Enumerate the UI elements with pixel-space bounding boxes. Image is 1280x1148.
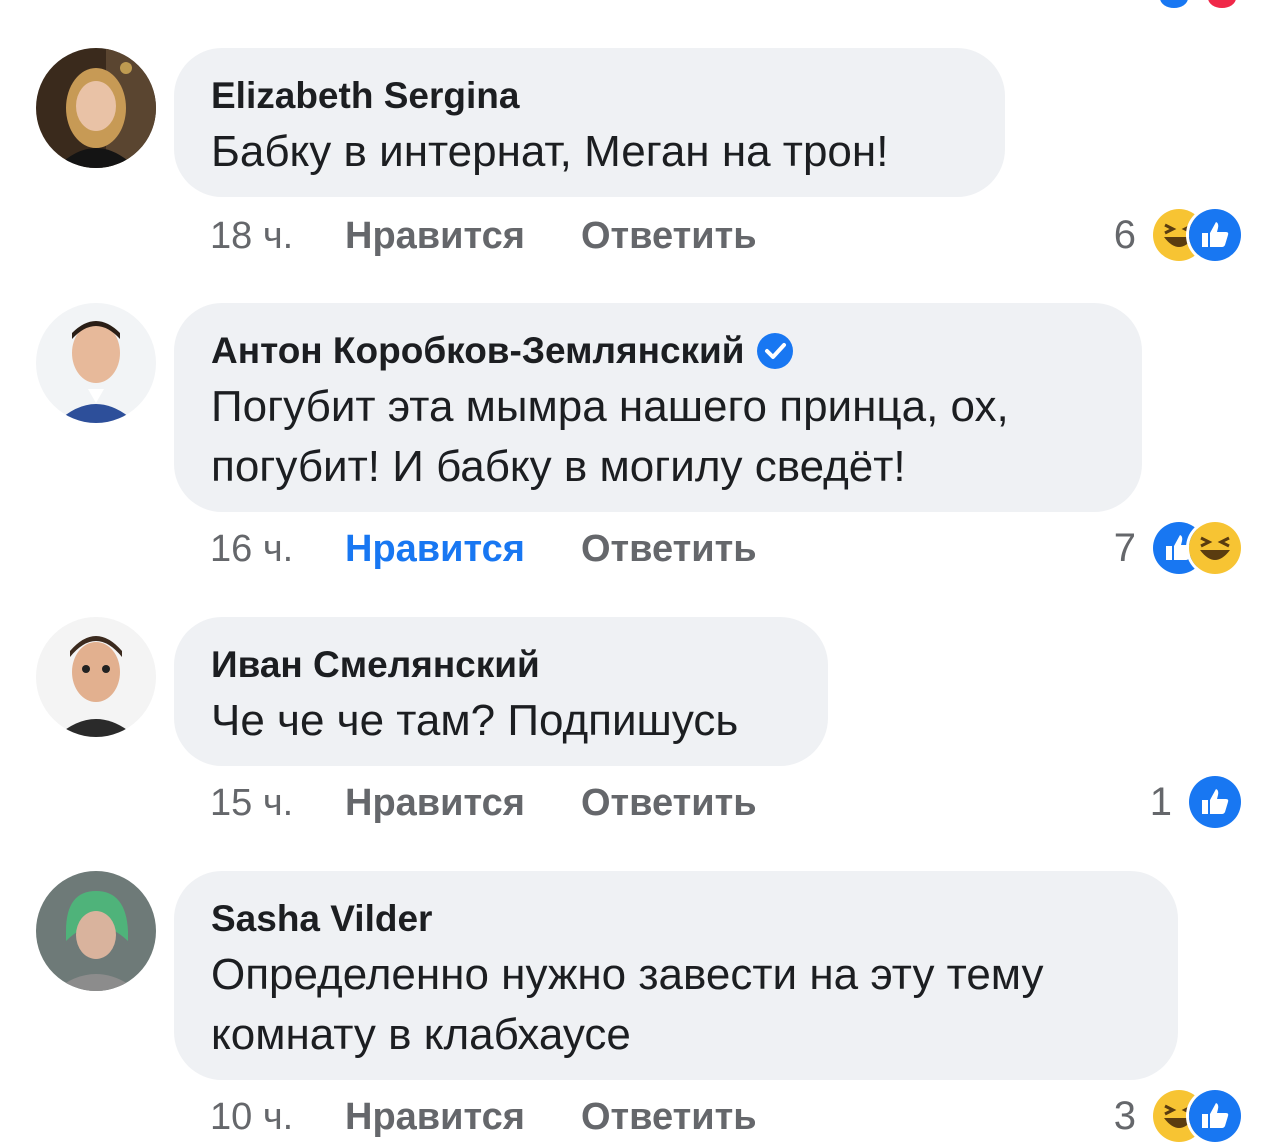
comment-author[interactable]: Иван Смелянский [211,643,790,687]
reaction-summary[interactable]: 6 [1113,206,1244,264]
comment-text: Че че че там? Подпишусь [211,696,739,745]
reply-button[interactable]: Ответить [581,528,757,571]
comment-time[interactable]: 10 ч. [210,1096,345,1139]
comment-text: Бабку в интернат, Меган на трон! [211,127,889,176]
comment-actions: 18 ч. Нравится Ответить [210,211,1260,261]
comment-actions: 16 ч. Нравится Ответить [210,524,1260,574]
comment-bubble: Иван Смелянский Че че че там? Подпишусь [174,617,828,766]
avatar[interactable] [36,617,156,737]
like-button[interactable]: Нравится [345,782,581,825]
reply-button[interactable]: Ответить [581,782,757,825]
comment-text: Определенно нужно завести на эту тему ко… [211,950,1044,1059]
reaction-count: 6 [1113,212,1136,257]
like-icon [1186,1087,1244,1145]
reaction-summary[interactable]: 3 [1113,1087,1244,1145]
comment-author[interactable]: Elizabeth Sergina [211,74,967,118]
comment-actions: 10 ч. Нравится Ответить [210,1092,1260,1142]
comment-time[interactable]: 16 ч. [210,528,345,571]
reaction-summary[interactable]: 1 [1149,773,1244,831]
haha-icon [1186,519,1244,577]
reply-button[interactable]: Ответить [581,1096,757,1139]
avatar[interactable] [36,871,156,991]
like-icon [1186,773,1244,831]
like-button[interactable]: Нравится [345,528,581,571]
comment-time[interactable]: 15 ч. [210,782,345,825]
reply-button[interactable]: Ответить [581,215,757,258]
comment-actions: 15 ч. Нравится Ответить [210,778,1260,828]
like-icon [1186,206,1244,264]
reaction-summary[interactable]: 7 [1113,519,1244,577]
comment-bubble: Антон Коробков-Землянский Погубит эта мы… [174,303,1142,512]
comment-author[interactable]: Sasha Vilder [211,897,1140,941]
love-icon [1208,0,1236,8]
comment-time[interactable]: 18 ч. [210,215,345,258]
like-button[interactable]: Нравится [345,1096,581,1139]
verified-badge-icon [756,333,793,369]
reaction-count: 7 [1113,525,1136,570]
previous-comment-reactions-sliver [0,0,1280,8]
like-icon [1160,0,1188,8]
reaction-count: 1 [1149,779,1172,824]
comment-bubble: Sasha Vilder Определенно нужно завести н… [174,871,1178,1080]
comment-author[interactable]: Антон Коробков-Землянский [211,329,1104,373]
comment-bubble: Elizabeth Sergina Бабку в интернат, Мега… [174,48,1005,197]
avatar[interactable] [36,303,156,423]
comment-text: Погубит эта мымра нашего принца, ох, пог… [211,382,1009,491]
avatar[interactable] [36,48,156,168]
reaction-count: 3 [1113,1093,1136,1138]
like-button[interactable]: Нравится [345,215,581,258]
